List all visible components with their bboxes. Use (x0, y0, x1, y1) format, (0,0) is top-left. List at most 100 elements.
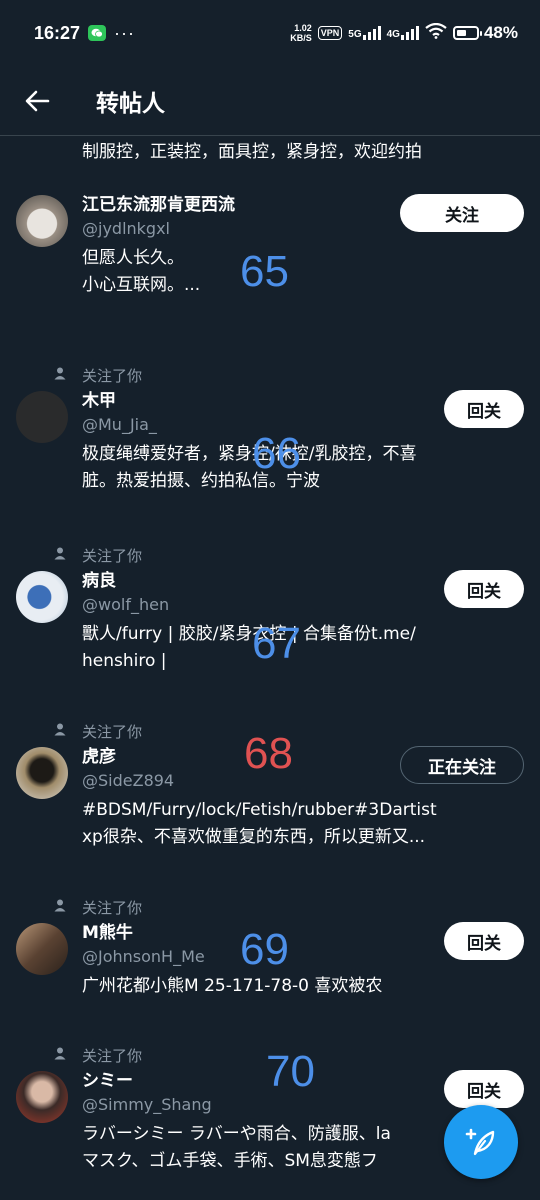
more-notifications-icon: ··· (114, 22, 136, 43)
avatar[interactable] (16, 1071, 68, 1123)
battery-percent: 48% (483, 23, 518, 42)
user-row[interactable]: 江已东流那肯更西流 @jydlnkgxl 关注但愿人长久。 小心互联网。... (0, 185, 540, 361)
user-bio: #BDSM/Furry/lock/Fetish/rubber#3Dartist … (82, 797, 524, 851)
user-bio-line: #BDSM/Furry/lock/Fetish/rubber#3Dartist (82, 800, 437, 820)
user-row[interactable]: 关注了你 M熊牛 @JohnsonH_Me 回关广州花都小熊M 25-171-78-0… (0, 893, 540, 1041)
user-row-main: 病良 @wolf_hen 回关獸人/furry | 胶胶/紧身衣控 | 合集备份t.… (0, 569, 540, 675)
user-display-name[interactable]: 病良 (82, 569, 169, 593)
user-display-name[interactable]: M熊牛 (82, 921, 205, 945)
avatar[interactable] (16, 391, 68, 443)
user-bio-line: 广州花都小熊M 25-171-78-0 喜欢被农 (82, 976, 383, 996)
person-icon (54, 1046, 68, 1064)
user-display-name[interactable]: 木甲 (82, 389, 157, 413)
user-row-main: 江已东流那肯更西流 @jydlnkgxl 关注但愿人长久。 小心互联网。... (0, 193, 540, 299)
battery-indicator: 48% (452, 23, 518, 43)
follows-you-note: 关注了你 (0, 361, 540, 389)
user-display-name[interactable]: シミー (82, 1069, 212, 1093)
follows-you-label: 关注了你 (82, 1046, 143, 1065)
user-identity: M熊牛 @JohnsonH_Me (82, 921, 205, 969)
network-speed-unit: KB/S (290, 33, 312, 43)
avatar[interactable] (16, 195, 68, 247)
top-app-bar: 转帖人 (0, 66, 540, 136)
avatar[interactable] (16, 923, 68, 975)
user-bio-line: 但愿人长久。 (82, 248, 184, 268)
person-icon (54, 546, 68, 564)
follows-you-note: 关注了你 (0, 1041, 540, 1069)
signal-4g-label: 4G (386, 29, 400, 40)
user-row[interactable]: 关注了你虎彦 @SideZ894 正在关注 #BDSM/Furry/lock/Feti… (0, 717, 540, 893)
status-time: 16:27 (34, 22, 81, 43)
user-row[interactable]: 关注了你病良 @wolf_hen 回关獸人/furry | 胶胶/紧身衣控 | 合集… (0, 541, 540, 717)
signal-5g-label: 5G (348, 29, 362, 40)
user-bio-line: xp很杂、不喜欢做重复的东西，所以更新又... (82, 827, 426, 847)
user-name-line: 虎彦 @SideZ894 正在关注 (82, 745, 524, 793)
wechat-notification-icon (88, 25, 107, 41)
follows-you-label: 关注了你 (82, 722, 143, 741)
signal-bars-icon (362, 26, 381, 40)
user-bio-line: 脏。热爱拍摄、约拍私信。宁波 (82, 471, 320, 491)
user-bio: 獸人/furry | 胶胶/紧身衣控 | 合集备份t.me/henshiro | (82, 621, 524, 675)
user-identity: 江已东流那肯更西流 @jydlnkgxl (82, 193, 235, 241)
user-content: 木甲 @Mu_Jia_ 回关极度绳缚爱好者，紧身控/袜控/乳胶控，不喜 脏。热爱拍摄、… (82, 389, 524, 495)
user-content: M熊牛 @JohnsonH_Me 回关广州花都小熊M 25-171-78-0 喜欢被… (82, 921, 524, 1000)
signal-bars-icon (400, 26, 419, 40)
compose-plus-feather-icon (465, 1128, 495, 1156)
user-handle: @SideZ894 (82, 771, 175, 790)
person-icon (54, 366, 68, 384)
user-handle: @JohnsonH_Me (82, 947, 205, 966)
user-row[interactable]: 关注了你木甲 @Mu_Jia_ 回关极度绳缚爱好者，紧身控/袜控/乳胶控，不喜 脏。热… (0, 361, 540, 541)
user-row-main: 木甲 @Mu_Jia_ 回关极度绳缚爱好者，紧身控/袜控/乳胶控，不喜 脏。热爱拍摄、… (0, 389, 540, 495)
battery-icon (452, 26, 482, 40)
user-handle: @Mu_Jia_ (82, 415, 157, 434)
screen: 16:27 ··· 1.02 KB/S VPN 5G 4G 48% 转帖人 制服… (0, 0, 540, 1200)
battery-fill (456, 30, 466, 36)
user-name-line: 病良 @wolf_hen 回关 (82, 569, 524, 617)
avatar[interactable] (16, 747, 68, 799)
page-title: 转帖人 (96, 90, 165, 117)
follows-you-label: 关注了你 (82, 546, 143, 565)
follows-you-label: 关注了你 (82, 366, 143, 385)
user-name-line: M熊牛 @JohnsonH_Me 回关 (82, 921, 524, 969)
user-bio-line: 小心互联网。... (82, 275, 201, 295)
user-handle: @wolf_hen (82, 595, 170, 614)
back-button[interactable] (2, 66, 72, 136)
follows-you-note: 关注了你 (0, 717, 540, 745)
follow-button[interactable]: 回关 (444, 570, 524, 608)
user-display-name[interactable]: 江已东流那肯更西流 (82, 193, 235, 217)
person-icon (54, 722, 68, 740)
status-indicators: 1.02 KB/S VPN 5G 4G 48% (290, 22, 518, 44)
compose-fab-button[interactable] (444, 1105, 518, 1179)
user-bio: 极度绳缚爱好者，紧身控/袜控/乳胶控，不喜 脏。热爱拍摄、约拍私信。宁波 (82, 441, 524, 495)
follow-button[interactable]: 回关 (444, 390, 524, 428)
user-rows: 江已东流那肯更西流 @jydlnkgxl 关注但愿人长久。 小心互联网。... 关注了你… (0, 185, 540, 1200)
user-name-line: 木甲 @Mu_Jia_ 回关 (82, 389, 524, 437)
follow-button[interactable]: 回关 (444, 1070, 524, 1108)
user-identity: 病良 @wolf_hen (82, 569, 169, 617)
signal-5g: 5G (348, 26, 381, 40)
user-name-line: シミー @Simmy_Shang 回关 (82, 1069, 524, 1117)
user-bio-line: 獸人/furry | 胶胶/紧身衣控 | 合集备份t.me/ (82, 624, 416, 644)
user-bio-line: 极度绳缚爱好者，紧身控/袜控/乳胶控，不喜 (82, 444, 417, 464)
user-identity: 虎彦 @SideZ894 (82, 745, 174, 793)
arrow-left-icon (25, 90, 50, 111)
following-button[interactable]: 正在关注 (400, 746, 524, 784)
user-display-name[interactable]: 虎彦 (82, 745, 174, 769)
user-handle: @Simmy_Shang (82, 1095, 212, 1114)
network-speed-value: 1.02 (294, 23, 312, 33)
avatar[interactable] (16, 571, 68, 623)
user-row-main: M熊牛 @JohnsonH_Me 回关广州花都小熊M 25-171-78-0 喜欢被… (0, 921, 540, 1000)
user-content: 病良 @wolf_hen 回关獸人/furry | 胶胶/紧身衣控 | 合集备份t.… (82, 569, 524, 675)
status-bar: 16:27 ··· 1.02 KB/S VPN 5G 4G 48% (0, 0, 540, 66)
user-name-line: 江已东流那肯更西流 @jydlnkgxl 关注 (82, 193, 524, 241)
follows-you-note: 关注了你 (0, 541, 540, 569)
vpn-badge: VPN (317, 26, 343, 40)
user-identity: 木甲 @Mu_Jia_ (82, 389, 157, 437)
follow-button[interactable]: 关注 (400, 194, 524, 232)
user-bio: 广州花都小熊M 25-171-78-0 喜欢被农 (82, 973, 524, 1000)
person-icon (54, 898, 68, 916)
follow-button[interactable]: 回关 (444, 922, 524, 960)
user-handle: @jydlnkgxl (82, 219, 170, 238)
user-bio-line: henshiro | (82, 651, 167, 671)
follows-you-note: 关注了你 (0, 893, 540, 921)
signal-4g: 4G (387, 26, 419, 40)
